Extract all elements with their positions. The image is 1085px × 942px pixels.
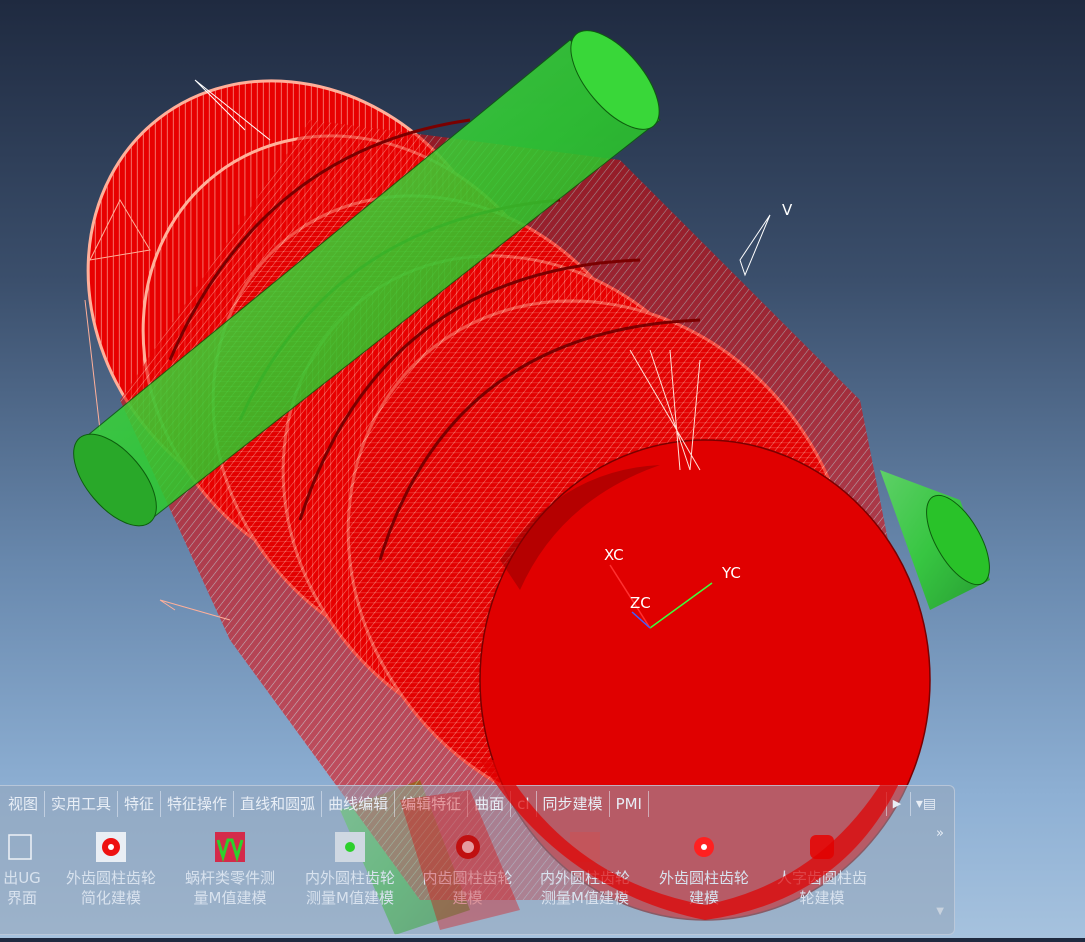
- tab-feature[interactable]: 特征: [118, 791, 162, 817]
- tab-lines-arcs[interactable]: 直线和圆弧: [234, 791, 323, 817]
- worm-measure-icon: [215, 832, 245, 862]
- ribbon-toolbar: 视图 实用工具 特征 特征操作 直线和圆弧 曲线编辑 编辑特征 曲面 cl 同步…: [0, 785, 955, 935]
- worm-part-measure-button[interactable]: 蜗杆类零件测 量M值建模: [170, 824, 290, 932]
- tab-utilities[interactable]: 实用工具: [45, 791, 119, 817]
- tab-more-icon[interactable]: ▶: [886, 792, 907, 816]
- exit-ug-button[interactable]: 出UG 界面: [0, 824, 52, 932]
- gear-icon: [694, 837, 714, 857]
- herringbone-gear-icon: [810, 835, 834, 859]
- gallery-scroll-down-icon[interactable]: ▼: [936, 906, 944, 917]
- herringbone-gear-button[interactable]: 人字齿圆柱齿 轮建模: [763, 824, 881, 932]
- int-ext-gear-measure-button[interactable]: 内外圆柱齿轮 测量M值建模: [290, 824, 410, 932]
- yc-label: YC: [721, 564, 741, 582]
- tab-feature-operations[interactable]: 特征操作: [161, 791, 235, 817]
- internal-gear-icon: [455, 835, 480, 859]
- external-spur-gear-simplified-button[interactable]: 外齿圆柱齿轮 简化建模: [52, 824, 170, 932]
- tab-pmi[interactable]: PMI: [610, 791, 649, 817]
- exit-icon: [8, 834, 32, 860]
- internal-spur-gear-button[interactable]: 内齿圆柱齿轮 建模: [410, 824, 525, 932]
- xc-label: XC: [604, 546, 624, 564]
- ribbon-overflow-chevron[interactable]: »: [936, 826, 944, 841]
- triad-mark-label: V: [782, 201, 793, 219]
- tab-surface[interactable]: 曲面: [468, 791, 512, 817]
- ribbon-button-row: 出UG 界面 外齿圆柱齿轮 简化建模 蜗杆类零件测 量M值建模 内外圆柱齿轮 测…: [0, 824, 940, 932]
- tab-cl[interactable]: cl: [511, 791, 537, 817]
- tab-view[interactable]: 视图: [0, 791, 46, 817]
- ribbon-options-icon[interactable]: ▾▤: [910, 792, 941, 816]
- tab-edit-feature[interactable]: 编辑特征: [395, 791, 469, 817]
- external-spur-gear-button[interactable]: 外齿圆柱齿轮 建模: [645, 824, 763, 932]
- gear-measure-icon: [570, 832, 600, 862]
- tab-curve-edit[interactable]: 曲线编辑: [322, 791, 396, 817]
- gear-measure-icon: [335, 832, 365, 862]
- int-ext-gear-measure-button-2[interactable]: 内外圆柱齿轮 测量M值建模: [525, 824, 645, 932]
- gear-icon: [96, 832, 126, 862]
- zc-label: ZC: [630, 594, 651, 612]
- tab-synchronous-modeling[interactable]: 同步建模: [537, 791, 610, 817]
- ribbon-tab-bar: 视图 实用工具 特征 特征操作 直线和圆弧 曲线编辑 编辑特征 曲面 cl 同步…: [0, 788, 649, 820]
